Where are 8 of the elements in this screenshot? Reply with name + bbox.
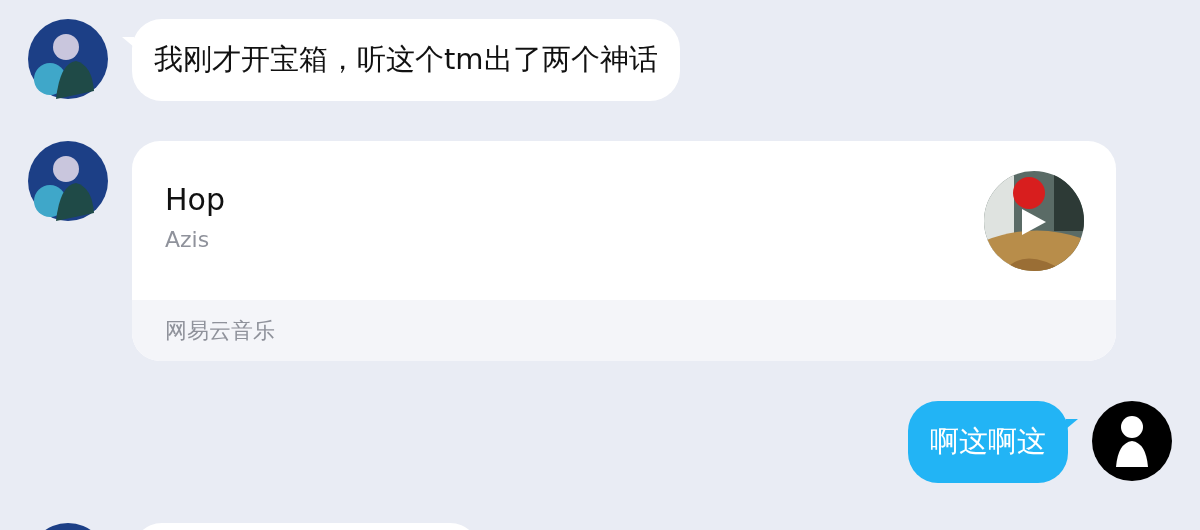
avatar[interactable]: [28, 141, 108, 221]
song-title: Hop: [165, 181, 225, 217]
music-card[interactable]: Hop Azis 网易云音乐: [132, 141, 1116, 361]
avatar[interactable]: [28, 19, 108, 99]
source-label: 网易云音乐: [165, 316, 275, 345]
song-artist: Azis: [165, 226, 211, 252]
avatar[interactable]: [1092, 401, 1172, 481]
bubble-tail: [1066, 419, 1078, 429]
